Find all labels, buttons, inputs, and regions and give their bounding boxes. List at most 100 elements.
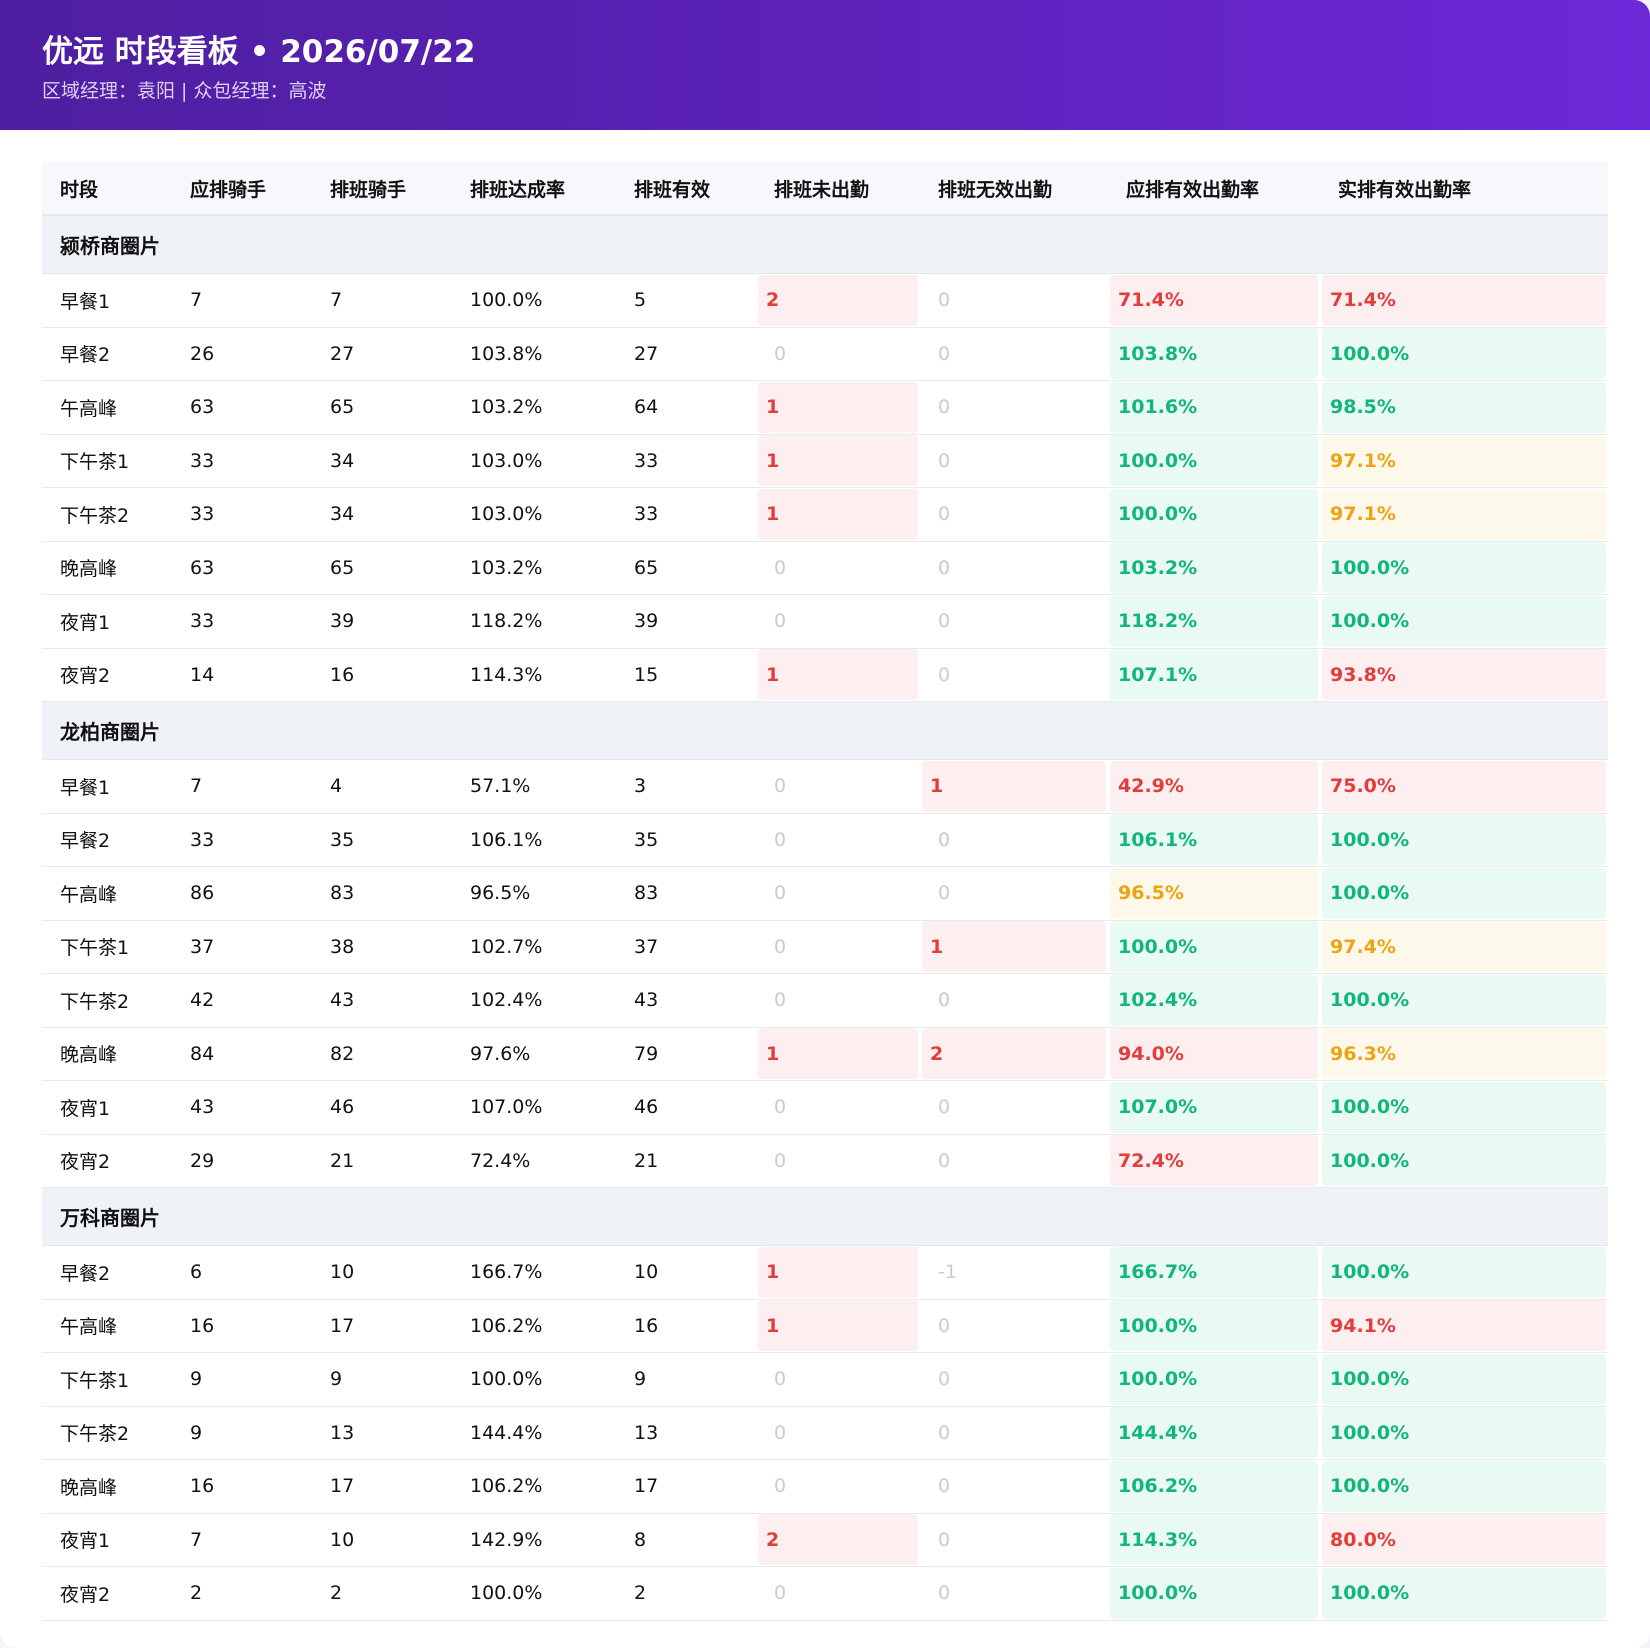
cell-actual_rate: 100.0% bbox=[1320, 1460, 1608, 1514]
table-row[interactable]: 夜宵1 33 39 118.2% 39 0 0 118.2% 100.0% bbox=[42, 595, 1608, 649]
cell-valid: 64 bbox=[616, 381, 756, 435]
table-row[interactable]: 夜宵1 7 10 142.9% 8 2 0 114.3% 80.0% bbox=[42, 1514, 1608, 1567]
cell-actual_rate-badge: 100.0% bbox=[1322, 328, 1606, 380]
cell-slot: 夜宵1 bbox=[42, 1081, 172, 1135]
cell-should: 7 bbox=[172, 1514, 312, 1567]
cell-rate: 103.0% bbox=[452, 435, 616, 488]
cell-should: 86 bbox=[172, 867, 312, 921]
table-row[interactable]: 下午茶1 9 9 100.0% 9 0 0 100.0% 100.0% bbox=[42, 1353, 1608, 1407]
cell-rate: 106.2% bbox=[452, 1460, 616, 1514]
column-header[interactable]: 应排骑手 bbox=[172, 162, 312, 216]
table-row[interactable]: 早餐2 6 10 166.7% 10 1 -1 166.7% 100.0% bbox=[42, 1246, 1608, 1300]
table-row[interactable]: 下午茶2 33 34 103.0% 33 1 0 100.0% 97.1% bbox=[42, 488, 1608, 542]
cell-slot: 下午茶2 bbox=[42, 488, 172, 542]
cell-invalid: 0 bbox=[920, 1353, 1108, 1407]
column-header[interactable]: 应排有效出勤率 bbox=[1108, 162, 1320, 216]
cell-rate: 103.0% bbox=[452, 488, 616, 542]
cell-rate: 106.2% bbox=[452, 1300, 616, 1353]
cell-should_rate-badge: 100.0% bbox=[1110, 1567, 1318, 1619]
table-row[interactable]: 夜宵2 29 21 72.4% 21 0 0 72.4% 100.0% bbox=[42, 1135, 1608, 1188]
table-row[interactable]: 下午茶1 37 38 102.7% 37 0 1 100.0% 97.4% bbox=[42, 921, 1608, 974]
table-row[interactable]: 晚高峰 16 17 106.2% 17 0 0 106.2% 100.0% bbox=[42, 1460, 1608, 1514]
cell-rate: 100.0% bbox=[452, 1353, 616, 1407]
cell-slot: 下午茶1 bbox=[42, 921, 172, 974]
cell-rate: 166.7% bbox=[452, 1246, 616, 1300]
cell-valid: 46 bbox=[616, 1081, 756, 1135]
cell-absent-value: 1 bbox=[758, 381, 918, 433]
cell-scheduled: 34 bbox=[312, 435, 452, 488]
cell-should: 33 bbox=[172, 595, 312, 649]
cell-actual_rate: 100.0% bbox=[1320, 814, 1608, 867]
cell-valid: 16 bbox=[616, 1300, 756, 1353]
cell-absent: 0 bbox=[756, 1460, 920, 1514]
cell-absent: 0 bbox=[756, 1407, 920, 1460]
column-header[interactable]: 排班骑手 bbox=[312, 162, 452, 216]
cell-rate: 100.0% bbox=[452, 1567, 616, 1621]
cell-scheduled: 16 bbox=[312, 649, 452, 702]
table-row[interactable]: 午高峰 16 17 106.2% 16 1 0 100.0% 94.1% bbox=[42, 1300, 1608, 1353]
cell-absent: 1 bbox=[756, 649, 920, 702]
timeslot-table: 时段 应排骑手 排班骑手 排班达成率 排班有效 排班未出勤 排班无效出勤 应排有效出勤率 实排有… bbox=[42, 162, 1608, 1621]
column-header[interactable]: 排班有效 bbox=[616, 162, 756, 216]
cell-should_rate-badge: 100.0% bbox=[1110, 435, 1318, 487]
cell-valid: 37 bbox=[616, 921, 756, 974]
table-row[interactable]: 晚高峰 84 82 97.6% 79 1 2 94.0% 96.3% bbox=[42, 1028, 1608, 1081]
cell-absent: 2 bbox=[756, 274, 920, 328]
cell-rate: 144.4% bbox=[452, 1407, 616, 1460]
table-row[interactable]: 下午茶2 42 43 102.4% 43 0 0 102.4% 100.0% bbox=[42, 974, 1608, 1028]
cell-actual_rate: 100.0% bbox=[1320, 1081, 1608, 1135]
cell-actual_rate-badge: 100.0% bbox=[1322, 814, 1606, 866]
table-row[interactable]: 下午茶2 9 13 144.4% 13 0 0 144.4% 100.0% bbox=[42, 1407, 1608, 1460]
cell-slot: 夜宵1 bbox=[42, 595, 172, 649]
cell-actual_rate-badge: 94.1% bbox=[1322, 1300, 1606, 1352]
cell-slot: 早餐2 bbox=[42, 328, 172, 381]
cell-invalid-value: 2 bbox=[922, 1028, 1106, 1080]
cell-rate: 102.4% bbox=[452, 974, 616, 1028]
table-header-row: 时段 应排骑手 排班骑手 排班达成率 排班有效 排班未出勤 排班无效出勤 应排有效出勤率 实排有… bbox=[42, 162, 1608, 216]
cell-absent: 0 bbox=[756, 1353, 920, 1407]
column-header[interactable]: 时段 bbox=[42, 162, 172, 216]
table-row[interactable]: 晚高峰 63 65 103.2% 65 0 0 103.2% 100.0% bbox=[42, 542, 1608, 595]
cell-actual_rate-badge: 93.8% bbox=[1322, 649, 1606, 701]
table-row[interactable]: 午高峰 86 83 96.5% 83 0 0 96.5% 100.0% bbox=[42, 867, 1608, 921]
cell-should_rate: 100.0% bbox=[1108, 435, 1320, 488]
cell-invalid: 1 bbox=[920, 760, 1108, 814]
cell-absent-value: 2 bbox=[758, 274, 918, 326]
table-row[interactable]: 午高峰 63 65 103.2% 64 1 0 101.6% 98.5% bbox=[42, 381, 1608, 435]
column-header[interactable]: 排班无效出勤 bbox=[920, 162, 1108, 216]
manager-subtitle: 区域经理：袁阳 | 众包经理：高波 bbox=[42, 80, 327, 102]
table-row[interactable]: 夜宵2 2 2 100.0% 2 0 0 100.0% 100.0% bbox=[42, 1567, 1608, 1621]
cell-invalid: 0 bbox=[920, 1567, 1108, 1621]
column-header[interactable]: 实排有效出勤率 bbox=[1320, 162, 1608, 216]
table-row[interactable]: 早餐2 26 27 103.8% 27 0 0 103.8% 100.0% bbox=[42, 328, 1608, 381]
table-row[interactable]: 早餐1 7 4 57.1% 3 0 1 42.9% 75.0% bbox=[42, 760, 1608, 814]
cell-scheduled: 82 bbox=[312, 1028, 452, 1081]
table-row[interactable]: 夜宵1 43 46 107.0% 46 0 0 107.0% 100.0% bbox=[42, 1081, 1608, 1135]
group-header-row: 颍桥商圈片 bbox=[42, 216, 1608, 274]
table-row[interactable]: 下午茶1 33 34 103.0% 33 1 0 100.0% 97.1% bbox=[42, 435, 1608, 488]
cell-absent: 0 bbox=[756, 974, 920, 1028]
column-header[interactable]: 排班达成率 bbox=[452, 162, 616, 216]
cell-should_rate-badge: 118.2% bbox=[1110, 595, 1318, 647]
cell-absent-value: 1 bbox=[758, 1246, 918, 1298]
cell-should_rate: 103.2% bbox=[1108, 542, 1320, 595]
table-row[interactable]: 早餐1 7 7 100.0% 5 2 0 71.4% 71.4% bbox=[42, 274, 1608, 328]
cell-should_rate: 100.0% bbox=[1108, 1300, 1320, 1353]
table-row[interactable]: 早餐2 33 35 106.1% 35 0 0 106.1% 100.0% bbox=[42, 814, 1608, 867]
column-header[interactable]: 排班未出勤 bbox=[756, 162, 920, 216]
cell-should: 63 bbox=[172, 542, 312, 595]
cell-should_rate: 100.0% bbox=[1108, 488, 1320, 542]
cell-absent: 0 bbox=[756, 1135, 920, 1188]
cell-invalid: 0 bbox=[920, 1514, 1108, 1567]
cell-should_rate-badge: 100.0% bbox=[1110, 921, 1318, 973]
cell-scheduled: 17 bbox=[312, 1300, 452, 1353]
cell-absent-value: 1 bbox=[758, 435, 918, 487]
cell-scheduled: 39 bbox=[312, 595, 452, 649]
table-row[interactable]: 夜宵2 14 16 114.3% 15 1 0 107.1% 93.8% bbox=[42, 649, 1608, 702]
cell-absent: 0 bbox=[756, 542, 920, 595]
cell-should_rate: 42.9% bbox=[1108, 760, 1320, 814]
cell-should: 6 bbox=[172, 1246, 312, 1300]
cell-valid: 17 bbox=[616, 1460, 756, 1514]
cell-actual_rate-badge: 100.0% bbox=[1322, 1246, 1606, 1298]
cell-rate: 142.9% bbox=[452, 1514, 616, 1567]
